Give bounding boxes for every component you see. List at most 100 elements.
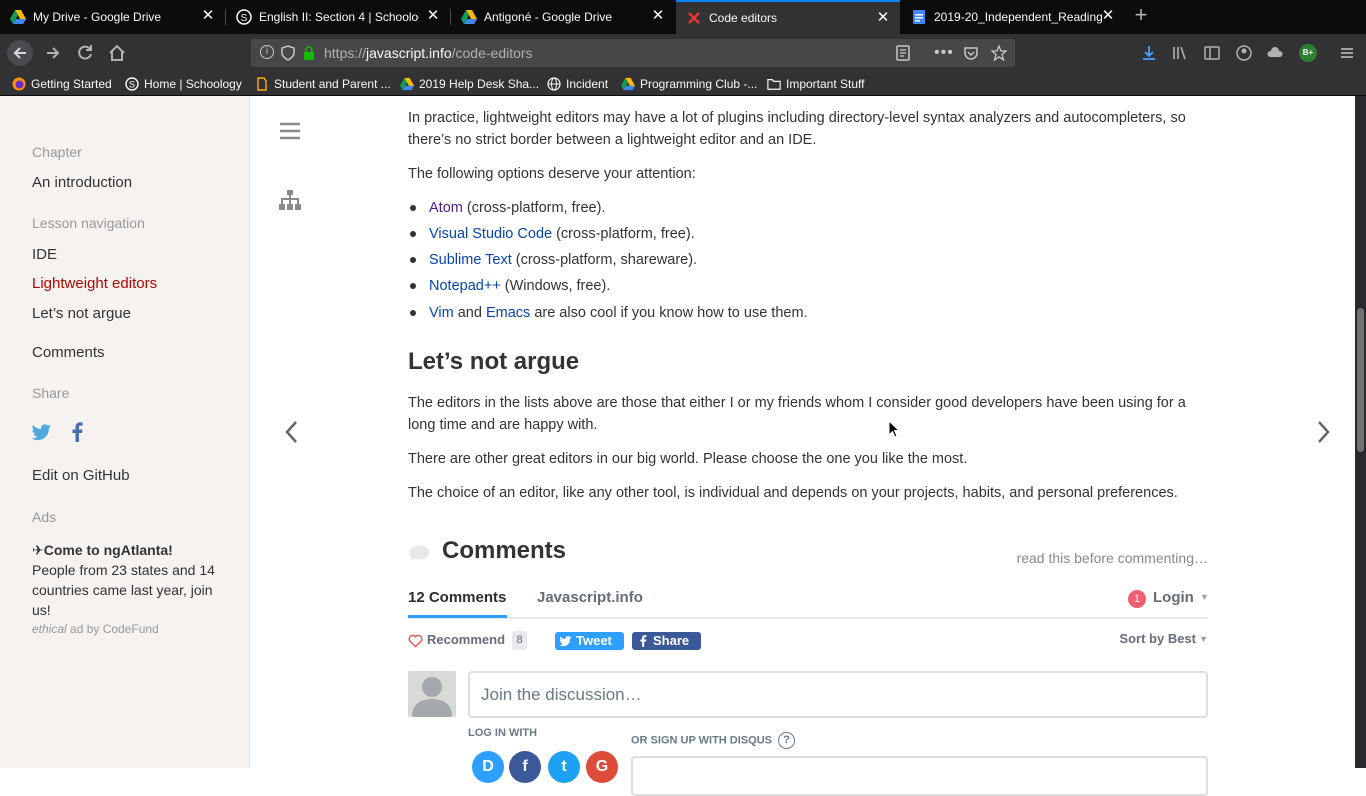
bookmark-help-desk[interactable]: 2019 Help Desk Sha...	[400, 75, 539, 93]
lesson-navigation-heading: Lesson navigation	[32, 215, 145, 231]
vim-link[interactable]: Vim	[429, 305, 454, 321]
javascript-info-icon	[688, 12, 700, 24]
bookmark-student-parent[interactable]: Student and Parent ...	[255, 75, 391, 93]
sidebar-comments-link[interactable]: Comments	[32, 344, 105, 361]
close-tab-icon[interactable]: ✕	[1101, 8, 1115, 23]
comment-bubble-icon	[409, 545, 429, 560]
name-input[interactable]	[631, 756, 1208, 796]
close-tab-icon[interactable]: ✕	[426, 8, 440, 23]
reader-view-icon[interactable]	[895, 45, 911, 61]
sidebar-item-lightweight-editors[interactable]: Lightweight editors	[32, 275, 157, 292]
url-text[interactable]: https://javascript.info/code-editors	[324, 45, 533, 61]
tab-my-drive[interactable]: My Drive - Google Drive ✕	[0, 0, 225, 34]
menu-toggle-icon[interactable]	[280, 122, 300, 140]
bookmark-programming-club[interactable]: Programming Club -...	[621, 75, 757, 93]
tab-comments-count[interactable]: 12 Comments	[408, 589, 506, 606]
menu-hamburger-icon[interactable]	[1338, 44, 1356, 62]
account-icon[interactable]	[1235, 44, 1253, 62]
disqus-login-button[interactable]: D	[472, 751, 504, 783]
comment-input[interactable]: Join the discussion…	[468, 671, 1208, 718]
lock-icon[interactable]	[301, 45, 317, 61]
edit-on-github-link[interactable]: Edit on GitHub	[32, 467, 130, 484]
ad-body[interactable]: People from 23 states and 14 countries c…	[32, 562, 215, 618]
visual-studio-code-link[interactable]: Visual Studio Code	[429, 226, 552, 242]
schoology-icon: S	[236, 9, 252, 25]
forward-button[interactable]	[40, 40, 66, 66]
previous-lesson-arrow-icon[interactable]	[283, 419, 299, 445]
twitter-login-button[interactable]: t	[548, 751, 580, 783]
tweet-label: Tweet	[576, 633, 612, 648]
emacs-link[interactable]: Emacs	[486, 305, 530, 321]
tab-independent-reading[interactable]: 2019-20_Independent_Reading ✕	[901, 0, 1125, 34]
login-menu[interactable]: 1 Login ▼	[1128, 589, 1209, 609]
page-scrollbar[interactable]	[1355, 96, 1366, 768]
tab-code-editors[interactable]: Code editors ✕	[676, 0, 900, 34]
sublime-text-link[interactable]: Sublime Text	[429, 252, 512, 268]
comment-actions-bar: Recommend 8 Tweet Share Sort by Best ▼	[408, 630, 1208, 652]
chapter-link[interactable]: An introduction	[32, 174, 132, 191]
schoology-icon: S	[125, 77, 139, 91]
reload-icon	[78, 45, 92, 60]
extension-cloud-icon[interactable]	[1266, 44, 1284, 62]
twitter-icon[interactable]	[32, 424, 52, 441]
info-icon[interactable]: i	[260, 45, 274, 59]
sitemap-icon[interactable]	[279, 190, 301, 210]
chevron-down-icon: ▼	[1199, 634, 1208, 644]
extension-badge-icon[interactable]: B+	[1299, 44, 1317, 62]
bookmark-label: Incident	[566, 77, 609, 91]
ad-title[interactable]: ✈Come to ngAtlanta!	[32, 542, 173, 558]
ad-attribution[interactable]: ethical ad by CodeFund	[32, 622, 159, 636]
home-button[interactable]	[104, 40, 130, 66]
notification-badge[interactable]: 1	[1128, 590, 1146, 608]
sidebar-item-lets-not-argue[interactable]: Let’s not argue	[32, 305, 131, 322]
bookmark-getting-started[interactable]: Getting Started	[12, 75, 112, 93]
share-label: Share	[653, 633, 690, 648]
notepad-plus-plus-link[interactable]: Notepad++	[429, 278, 501, 294]
sort-dropdown[interactable]: Sort by Best	[1119, 631, 1196, 646]
close-tab-icon[interactable]: ✕	[651, 8, 665, 23]
bookmark-star-icon[interactable]	[991, 45, 1007, 61]
tab-schoology[interactable]: S English II: Section 4 | Schoology ✕	[226, 0, 450, 34]
close-tab-icon[interactable]: ✕	[876, 10, 890, 25]
next-lesson-arrow-icon[interactable]	[1316, 419, 1332, 445]
list-item-text: (cross-platform, shareware).	[511, 252, 698, 268]
facebook-login-button[interactable]: f	[509, 751, 541, 783]
facebook-icon[interactable]	[71, 422, 83, 442]
back-button[interactable]	[7, 40, 33, 66]
help-question-icon[interactable]: ?	[778, 732, 796, 749]
bookmark-incident[interactable]: Incident	[547, 75, 608, 93]
bookmark-label: Important Stuff	[786, 77, 865, 91]
tab-site-name[interactable]: Javascript.info	[537, 589, 643, 606]
tab-title: My Drive - Google Drive	[33, 10, 162, 24]
page-actions-icon[interactable]: •••	[934, 45, 953, 61]
tracking-shield-icon[interactable]	[280, 45, 296, 61]
sidebar-toggle-icon[interactable]	[1203, 44, 1221, 62]
share-button[interactable]: Share	[632, 632, 701, 650]
atom-link[interactable]: Atom	[429, 200, 463, 216]
heart-icon[interactable]	[408, 634, 423, 648]
scrollbar-thumb[interactable]	[1357, 308, 1364, 452]
bookmark-important-stuff[interactable]: Important Stuff	[767, 75, 865, 93]
library-icon[interactable]	[1171, 44, 1189, 62]
login-label[interactable]: Login	[1153, 589, 1194, 606]
new-tab-button[interactable]: +	[1130, 4, 1152, 27]
sidebar-item-ide[interactable]: IDE	[32, 246, 57, 263]
pocket-icon[interactable]	[963, 45, 979, 61]
read-before-link[interactable]: read this before commenting…	[1017, 550, 1208, 566]
sign-up-disqus-label: OR SIGN UP WITH DISQUS ?	[631, 732, 796, 749]
close-tab-icon[interactable]: ✕	[201, 8, 215, 23]
url-bar[interactable]: i https://javascript.info/code-editors •…	[251, 39, 1015, 67]
tab-antigone[interactable]: Antigoné - Google Drive ✕	[451, 0, 675, 34]
list-item-text: are also cool if you know how to use the…	[530, 305, 808, 321]
ad-block[interactable]: ✈Come to ngAtlanta! People from 23 state…	[32, 540, 222, 620]
downloads-icon[interactable]	[1140, 44, 1158, 62]
bookmark-home-schoology[interactable]: S Home | Schoology	[125, 75, 242, 93]
forward-arrow-icon	[47, 47, 60, 59]
bookmark-label: 2019 Help Desk Sha...	[419, 77, 540, 91]
tweet-button[interactable]: Tweet	[555, 632, 624, 650]
google-login-button[interactable]: G	[586, 751, 618, 783]
browser-tab-bar: My Drive - Google Drive ✕ S English II: …	[0, 0, 1366, 34]
mouse-cursor-icon	[888, 420, 900, 438]
reload-button[interactable]	[72, 40, 98, 66]
recommend-button[interactable]: Recommend	[427, 632, 505, 647]
